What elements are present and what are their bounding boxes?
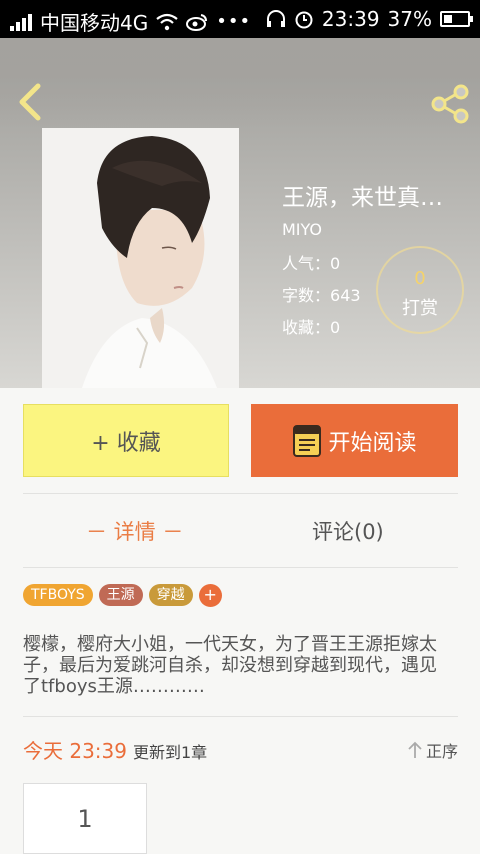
tag-tfboys[interactable]: TFBOYS (23, 584, 93, 606)
battery-icon (440, 11, 473, 27)
tag-wangyuan[interactable]: 王源 (98, 584, 143, 606)
book-icon (293, 424, 322, 457)
stat-value: 0 (330, 254, 341, 273)
carrier-label: 中国移动4G (40, 11, 149, 35)
back-arrow-icon[interactable] (12, 82, 48, 122)
book-description: 樱檬，樱府大小姐，一代天女，为了晋王王源拒嫁太子，最后为爱跳河自杀，却没想到穿越… (23, 634, 437, 697)
clock-time: 23:39 (321, 7, 380, 31)
wifi-icon (156, 13, 178, 30)
stat-word-count: 字数：643 (282, 282, 361, 306)
signal-icon (10, 13, 32, 31)
headphones-icon (266, 10, 285, 27)
divider (23, 716, 458, 717)
reward-label: 打赏 (402, 298, 438, 319)
status-right: 23:39 37% (266, 7, 473, 31)
alarm-icon (295, 11, 313, 29)
share-icon[interactable] (430, 84, 470, 124)
status-left: 中国移动4G ••• (10, 7, 251, 36)
update-text: 更新到1章 (133, 743, 208, 762)
tag-list: TFBOYS 王源 穿越 + (23, 584, 222, 607)
update-time: 今天 23:39 (23, 739, 127, 763)
stat-value: 643 (330, 286, 361, 305)
start-reading-button[interactable]: 开始阅读 (251, 404, 458, 477)
add-to-favorites-button[interactable]: + 收藏 (23, 404, 229, 477)
stat-label: 人气： (282, 254, 331, 273)
book-header: 王源，来世真… MIYO 人气：0 字数：643 收藏：0 0 打赏 (0, 38, 480, 388)
start-reading-label: 开始阅读 (328, 430, 417, 456)
stat-favorites: 收藏：0 (282, 314, 340, 338)
tab-detail[interactable]: － 详情 － (86, 516, 183, 546)
stat-label: 收藏： (282, 318, 331, 337)
sort-order-button[interactable]: 正序 (408, 738, 458, 762)
weibo-icon (186, 13, 208, 31)
divider (23, 493, 458, 494)
add-tag-button[interactable]: + (198, 584, 222, 607)
sort-up-arrow-icon (408, 741, 422, 758)
battery-percent: 37% (387, 7, 432, 31)
cover-portrait (42, 128, 239, 388)
stat-popularity: 人气：0 (282, 250, 340, 274)
favorite-label: + 收藏 (91, 430, 161, 456)
tab-comment[interactable]: 评论(0) (312, 516, 384, 546)
book-author: MIYO (282, 220, 323, 239)
chapter-item[interactable]: 1 (23, 783, 147, 854)
sort-order-label: 正序 (425, 742, 458, 761)
divider (23, 567, 458, 568)
status-bar: 中国移动4G ••• 23:39 37% (0, 0, 480, 38)
reward-button[interactable]: 0 打赏 (376, 246, 464, 334)
reward-count: 0 (414, 268, 426, 289)
tag-time-travel[interactable]: 穿越 (148, 584, 193, 606)
stat-value: 0 (330, 318, 341, 337)
update-info: 今天 23:39 更新到1章 (23, 735, 207, 764)
stat-label: 字数： (282, 286, 331, 305)
book-cover-image (42, 128, 239, 388)
book-title: 王源，来世真… (282, 185, 443, 211)
more-notifications-icon: ••• (216, 11, 252, 32)
